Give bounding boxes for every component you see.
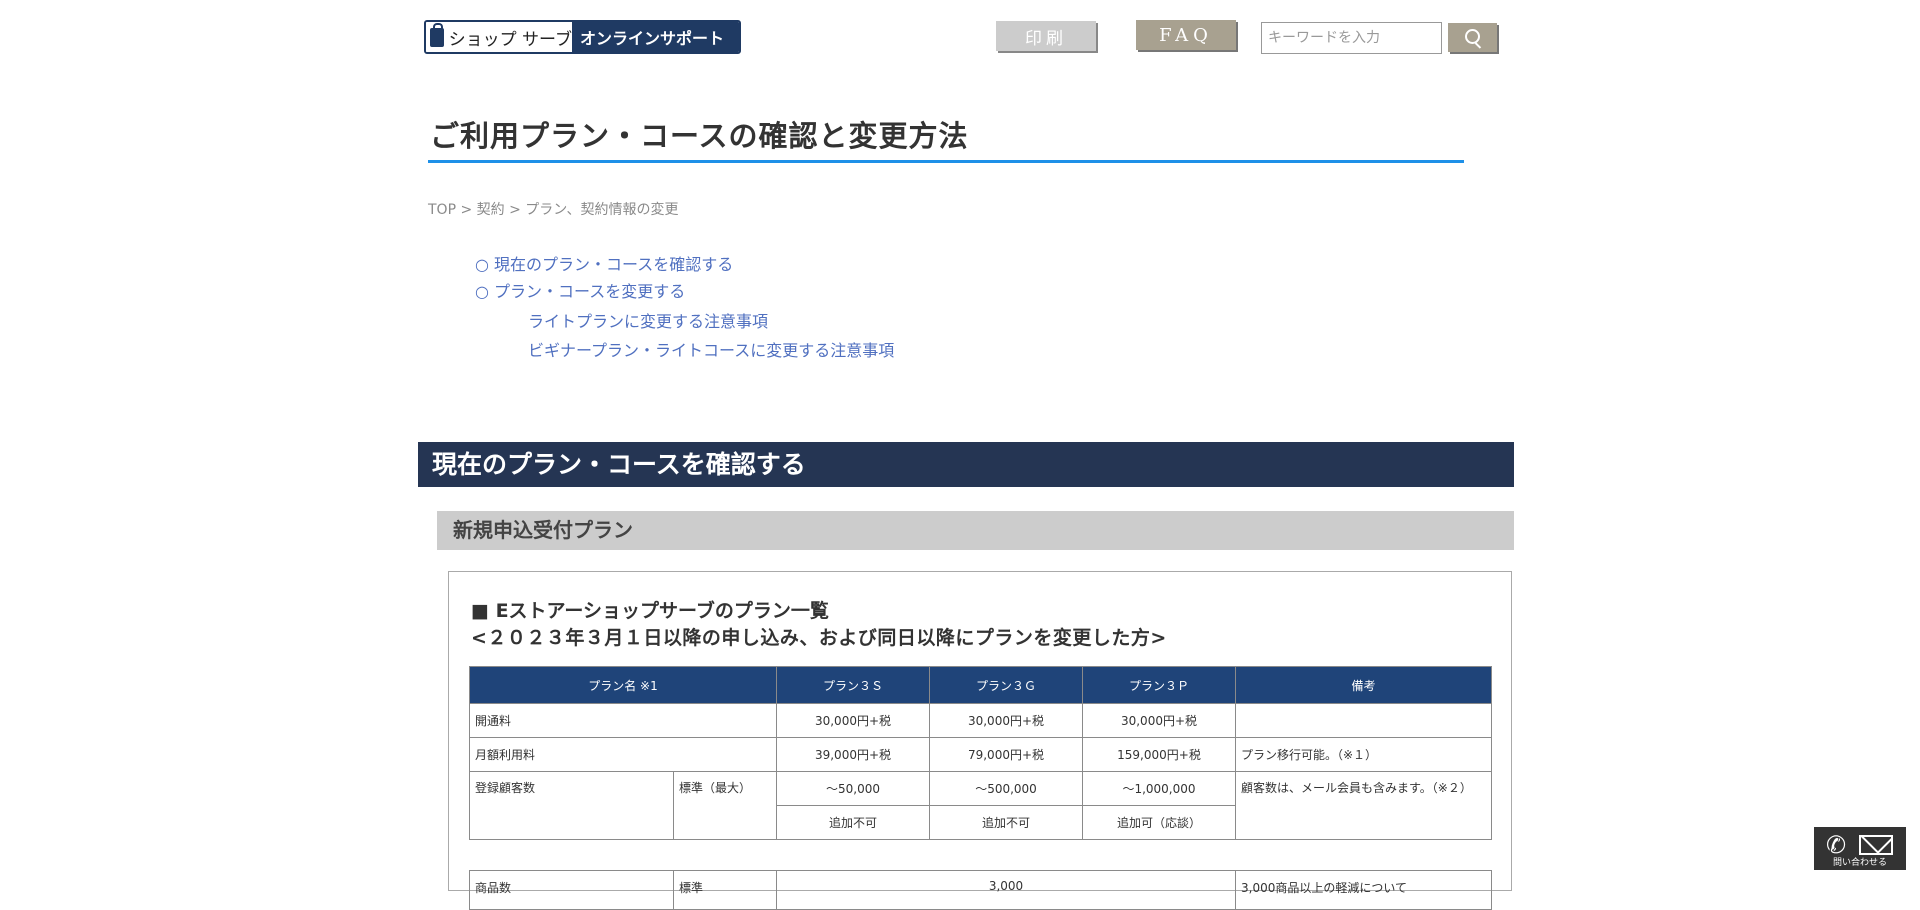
table-cell: 3,000 xyxy=(776,870,1236,910)
mail-icon xyxy=(1859,835,1893,855)
table-cell: 〜500,000 xyxy=(929,771,1083,806)
column-header: プラン３Ｐ xyxy=(1082,666,1236,704)
table-cell: 追加不可 xyxy=(776,805,930,840)
breadcrumb-separator: > xyxy=(460,202,477,218)
row-sublabel: 標準（最大） xyxy=(673,771,777,840)
column-header: プラン３Ｇ xyxy=(929,666,1083,704)
table-row: 月額利用料 39,000円+税 79,000円+税 159,000円+税 プラン… xyxy=(469,737,1492,772)
plan-table-products: 商品数 標準 3,000 3,000商品以上の軽減について xyxy=(469,870,1492,910)
logo-brand-text: ショップ サーブ xyxy=(448,29,572,50)
table-note: プラン移行可能。（※１） xyxy=(1235,737,1492,772)
breadcrumb-contract[interactable]: 契約 xyxy=(477,202,505,218)
toc-link-change-plan[interactable]: ○ プラン・コースを変更する xyxy=(475,278,685,302)
table-cell: 79,000円+税 xyxy=(929,737,1083,772)
table-row: 商品数 標準 3,000 3,000商品以上の軽減について xyxy=(469,870,1492,910)
table-note xyxy=(1235,703,1492,738)
subsection-header: 新規申込受付プラン xyxy=(437,511,1514,550)
toc-link-beginner-plan-notes[interactable]: ビギナープラン・ライトコースに変更する注意事項 xyxy=(528,337,894,361)
breadcrumb-top[interactable]: TOP xyxy=(428,202,456,218)
table-note: 顧客数は、メール会員も含みます。（※２） xyxy=(1235,771,1492,840)
table-row: 開通料 30,000円+税 30,000円+税 30,000円+税 xyxy=(469,703,1492,738)
table-cell: 30,000円+税 xyxy=(1082,703,1236,738)
site-logo[interactable]: ショップ サーブ オンラインサポート xyxy=(424,20,741,54)
breadcrumb: TOP > 契約 > プラン、契約情報の変更 xyxy=(428,199,678,219)
table-cell: 追加可（応談） xyxy=(1082,805,1236,840)
search-icon xyxy=(1465,29,1480,44)
print-button[interactable]: 印刷 xyxy=(996,21,1096,51)
table-cell: 39,000円+税 xyxy=(776,737,930,772)
toc-link-check-plan[interactable]: ○ 現在のプラン・コースを確認する xyxy=(475,251,733,275)
table-note: 3,000商品以上の軽減について xyxy=(1235,870,1492,910)
subsection-title: 新規申込受付プラン xyxy=(453,518,633,542)
table-cell: 〜50,000 xyxy=(776,771,930,806)
section-header: 現在のプラン・コースを確認する xyxy=(418,442,1514,487)
table-cell: 〜1,000,000 xyxy=(1082,771,1236,806)
logo-support-text: オンラインサポート xyxy=(572,22,739,52)
row-label: 開通料 xyxy=(469,703,777,738)
breadcrumb-separator: > xyxy=(509,202,526,218)
row-label: 商品数 xyxy=(469,870,674,910)
table-header-row: プラン名 ※1 プラン３Ｓ プラン３Ｇ プラン３Ｐ 備考 xyxy=(469,666,1492,704)
page-title: ご利用プラン・コースの確認と変更方法 xyxy=(430,119,969,153)
table-cell: 30,000円+税 xyxy=(929,703,1083,738)
column-header: プラン３Ｓ xyxy=(776,666,930,704)
search-input[interactable] xyxy=(1261,22,1442,54)
logo-brand: ショップ サーブ xyxy=(426,22,572,52)
contact-button[interactable]: ✆ 問い合わせる xyxy=(1814,827,1906,870)
column-header: プラン名 ※1 xyxy=(469,666,777,704)
search-button[interactable] xyxy=(1448,23,1497,52)
row-label: 登録顧客数 xyxy=(469,771,674,840)
toc-link-light-plan-notes[interactable]: ライトプランに変更する注意事項 xyxy=(528,308,768,332)
faq-button[interactable]: FAQ xyxy=(1136,20,1236,50)
contact-label: 問い合わせる xyxy=(1832,858,1887,868)
title-underline xyxy=(428,160,1464,163)
table-cell: 159,000円+税 xyxy=(1082,737,1236,772)
row-label: 月額利用料 xyxy=(469,737,777,772)
shopping-bag-icon xyxy=(430,22,444,47)
plan-list-heading: ■ Eストアーショップサーブのプラン一覧 xyxy=(471,600,829,622)
row-sublabel: 標準 xyxy=(673,870,777,910)
breadcrumb-plan-change[interactable]: プラン、契約情報の変更 xyxy=(525,202,678,218)
section-title: 現在のプラン・コースを確認する xyxy=(432,450,806,479)
plan-list-subheading: <２０２３年３月１日以降の申し込み、および同日以降にプランを変更した方> xyxy=(471,627,1167,649)
table-cell: 追加不可 xyxy=(929,805,1083,840)
column-header: 備考 xyxy=(1235,666,1492,704)
table-row: 登録顧客数 標準（最大） 〜50,000 〜500,000 〜1,000,000… xyxy=(469,771,1492,840)
table-cell: 30,000円+税 xyxy=(776,703,930,738)
plan-table: プラン名 ※1 プラン３Ｓ プラン３Ｇ プラン３Ｐ 備考 開通料 30,000円… xyxy=(469,666,1492,840)
